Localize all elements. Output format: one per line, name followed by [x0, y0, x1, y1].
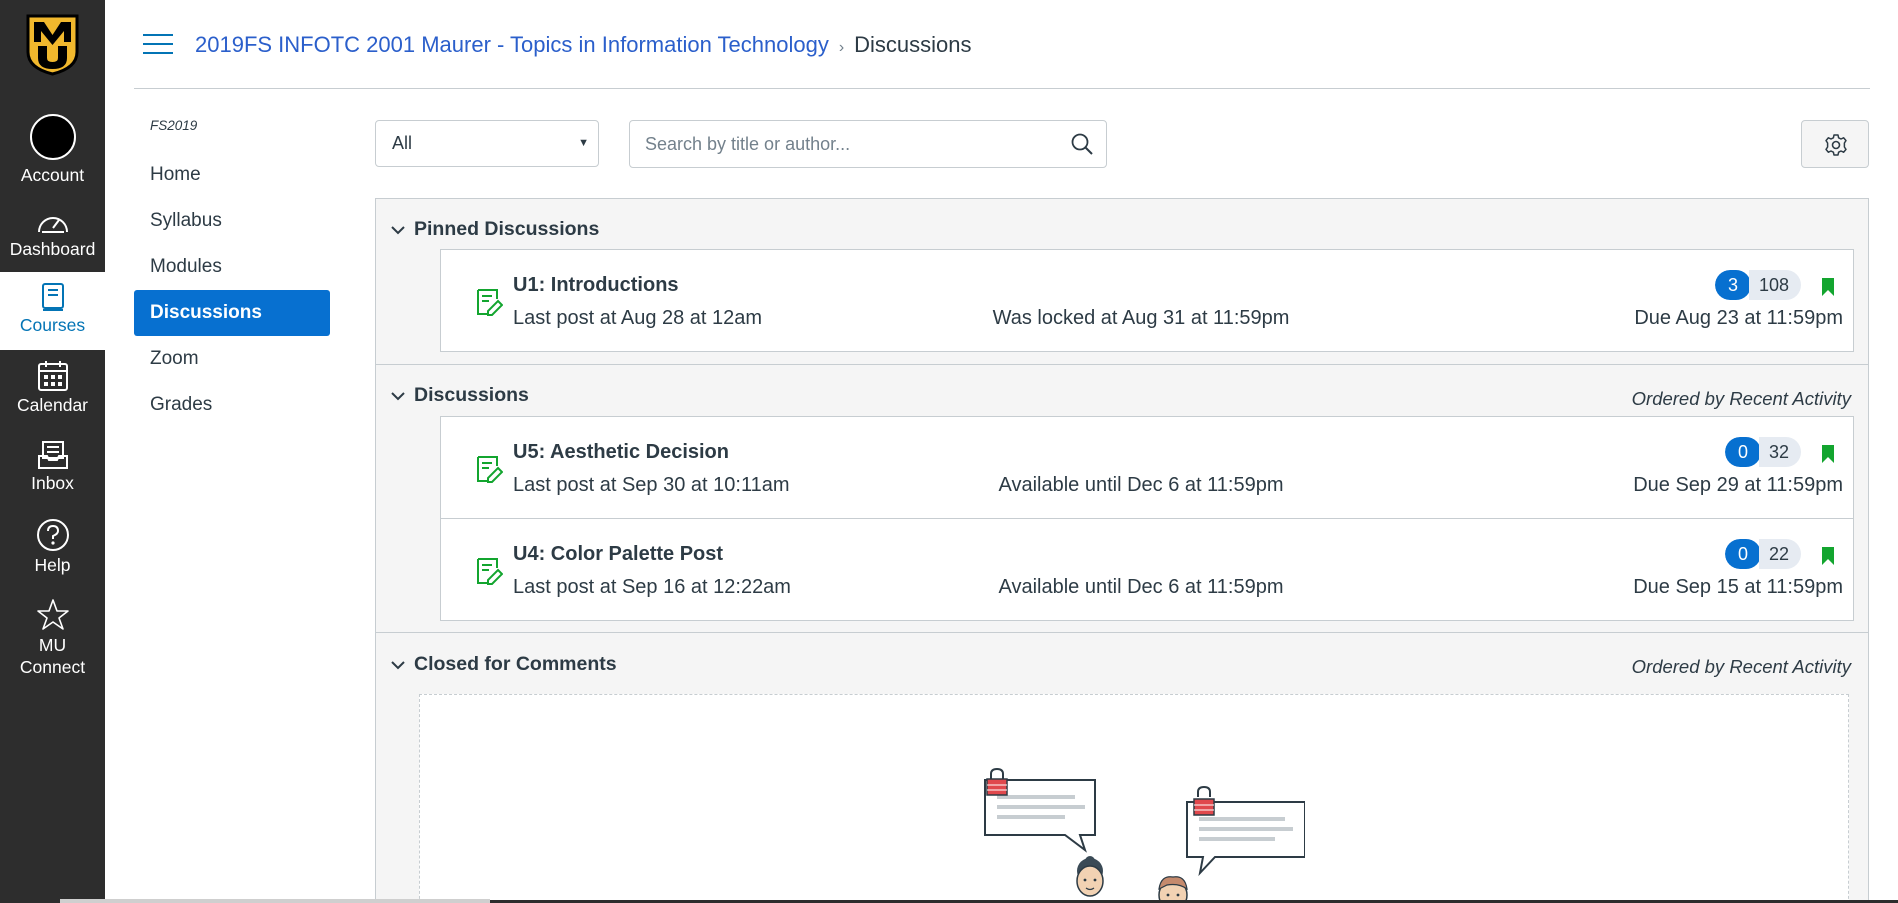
search-field — [629, 120, 1107, 168]
global-nav-label: Dashboard — [9, 239, 96, 259]
section-title: Pinned Discussions — [414, 218, 600, 240]
courses-icon — [41, 283, 64, 311]
breadcrumb: 2019FS INFOTC 2001 Maurer - Topics in In… — [195, 30, 972, 63]
dashboard-icon — [37, 217, 68, 233]
global-nav-courses[interactable]: Courses — [0, 272, 105, 350]
total-count: 32 — [1758, 437, 1801, 467]
discussion-icon — [477, 456, 503, 483]
availability: Was locked at Aug 31 at 11:59pm — [992, 307, 1290, 329]
last-post: Last post at Aug 28 at 12am — [513, 307, 763, 329]
closed-discussions-toggle[interactable]: Closed for Comments — [390, 653, 617, 676]
course-nav-zoom[interactable]: Zoom — [134, 336, 330, 382]
help-icon — [36, 519, 69, 551]
global-nav-label: MU Connect — [19, 635, 86, 677]
menu-toggle-button[interactable] — [143, 34, 173, 56]
section-divider — [376, 632, 1868, 633]
course-nav-modules[interactable]: Modules — [134, 244, 330, 290]
caret-down-icon: ▼ — [578, 137, 589, 149]
avatar — [29, 114, 76, 160]
search-icon[interactable] — [1070, 132, 1094, 156]
global-nav-calendar[interactable]: Calendar — [0, 360, 105, 416]
reply-count-badge: 0 22 — [1724, 539, 1801, 569]
global-nav-dashboard[interactable]: Dashboard — [0, 210, 105, 260]
unread-count: 3 — [1714, 270, 1751, 300]
discussion-title-link[interactable]: U5: Aesthetic Decision — [513, 441, 729, 464]
course-nav-home[interactable]: Home — [134, 152, 330, 198]
due-date: Due Aug 23 at 11:59pm — [1634, 307, 1843, 329]
global-nav-label: Courses — [19, 315, 86, 335]
empty-state-dropzone — [419, 694, 1849, 903]
discussion-filter-select[interactable]: All ▼ — [375, 120, 599, 167]
header-divider — [134, 88, 1870, 89]
course-nav-grades[interactable]: Grades — [134, 382, 330, 428]
gear-icon — [1825, 134, 1847, 156]
global-nav-label: Calendar — [16, 395, 89, 415]
discussion-title-link[interactable]: U4: Color Palette Post — [513, 543, 723, 566]
section-title: Closed for Comments — [414, 653, 617, 675]
breadcrumb-course-link[interactable]: 2019FS INFOTC 2001 Maurer - Topics in In… — [195, 32, 829, 57]
mu-logo[interactable] — [26, 14, 79, 76]
global-nav-help[interactable]: Help — [0, 518, 105, 576]
global-nav-label: Inbox — [31, 473, 74, 493]
total-count: 108 — [1748, 270, 1801, 300]
global-nav-label: Account — [20, 165, 85, 185]
breadcrumb-separator: › — [838, 39, 845, 56]
section-divider — [376, 364, 1868, 365]
locked-discussion-illustration — [984, 767, 1305, 903]
star-icon — [36, 599, 69, 630]
last-post: Last post at Sep 30 at 10:11am — [513, 474, 790, 496]
course-nav-discussions[interactable]: Discussions — [134, 290, 330, 336]
bookmark-icon[interactable] — [1821, 546, 1835, 566]
bookmark-icon[interactable] — [1821, 444, 1835, 464]
chevron-down-icon — [391, 661, 405, 670]
course-nav: FS2019 Home Syllabus Modules Discussions… — [134, 118, 330, 428]
global-nav-mu-connect[interactable]: MU Connect — [0, 598, 105, 678]
section-title: Discussions — [414, 384, 529, 406]
total-count: 22 — [1758, 539, 1801, 569]
discussion-row[interactable]: U4: Color Palette Post Last post at Sep … — [440, 518, 1854, 621]
global-nav: Account Dashboard Courses Calendar Inbox… — [0, 0, 105, 903]
unread-count: 0 — [1724, 437, 1761, 467]
scrollbar-thumb[interactable] — [60, 899, 490, 903]
discussion-title-link[interactable]: U1: Introductions — [513, 274, 679, 297]
discussions-section-toggle[interactable]: Discussions — [390, 384, 529, 407]
filter-value: All — [392, 133, 413, 153]
global-nav-account[interactable]: Account — [0, 114, 105, 186]
discussion-icon — [477, 558, 503, 585]
reply-count-badge: 3 108 — [1714, 270, 1801, 300]
order-label: Ordered by Recent Activity — [1631, 656, 1851, 677]
discussion-row[interactable]: U5: Aesthetic Decision Last post at Sep … — [440, 416, 1854, 519]
last-post: Last post at Sep 16 at 12:22am — [513, 576, 791, 598]
chevron-down-icon — [391, 392, 405, 401]
unread-count: 0 — [1724, 539, 1761, 569]
discussion-settings-button[interactable] — [1801, 120, 1869, 168]
term-label: FS2019 — [150, 118, 198, 133]
search-input[interactable] — [630, 121, 1030, 167]
due-date: Due Sep 29 at 11:59pm — [1633, 474, 1843, 496]
order-label: Ordered by Recent Activity — [1631, 388, 1851, 409]
chevron-down-icon — [391, 226, 405, 235]
breadcrumb-current: Discussions — [854, 32, 972, 57]
calendar-icon — [37, 361, 68, 391]
bookmark-icon[interactable] — [1821, 277, 1835, 297]
reply-count-badge: 0 32 — [1724, 437, 1801, 467]
course-nav-syllabus[interactable]: Syllabus — [134, 198, 330, 244]
discussions-panel: Pinned Discussions U1: Introductions Las… — [375, 198, 1869, 903]
due-date: Due Sep 15 at 11:59pm — [1633, 576, 1843, 598]
discussion-icon — [477, 289, 503, 316]
global-nav-inbox[interactable]: Inbox — [0, 440, 105, 494]
global-nav-label: Help — [34, 555, 71, 575]
availability: Available until Dec 6 at 11:59pm — [998, 576, 1284, 598]
pinned-discussions-toggle[interactable]: Pinned Discussions — [390, 218, 599, 241]
discussion-row[interactable]: U1: Introductions Last post at Aug 28 at… — [440, 249, 1854, 352]
inbox-icon — [37, 441, 68, 469]
availability: Available until Dec 6 at 11:59pm — [998, 474, 1284, 496]
